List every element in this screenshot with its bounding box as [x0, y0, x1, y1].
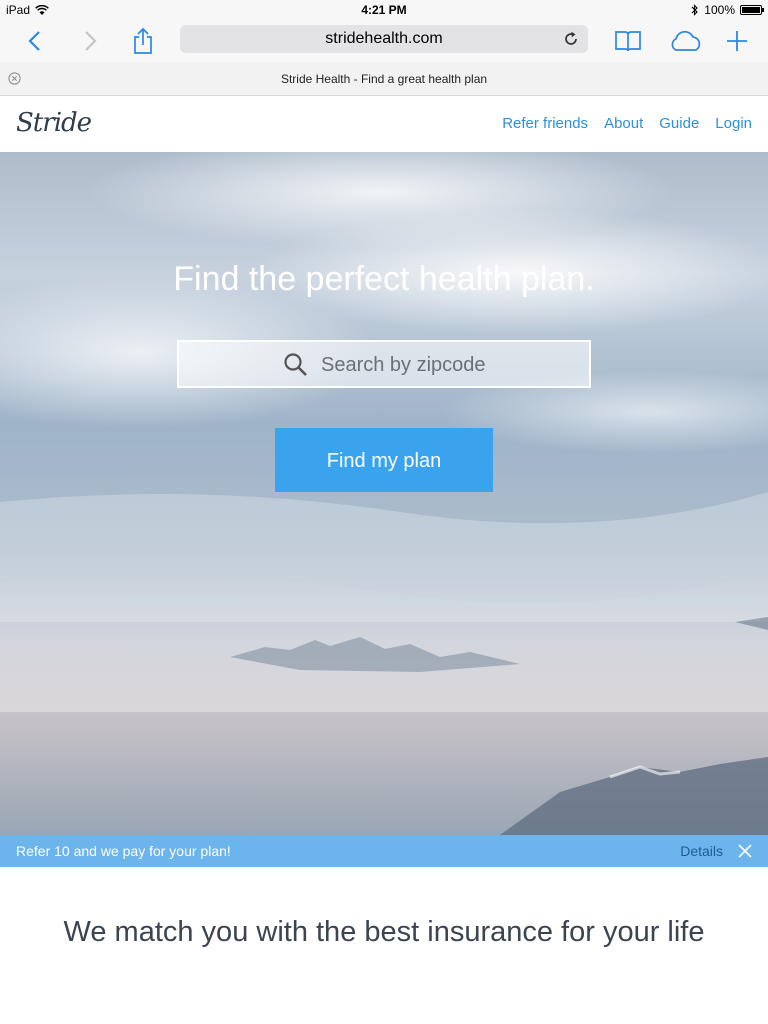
new-tab-button[interactable] — [720, 24, 754, 58]
section-heading: We match you with the best insurance for… — [63, 916, 705, 948]
cloud-tabs-button[interactable] — [666, 24, 706, 58]
forward-icon — [85, 31, 97, 51]
bluetooth-icon — [691, 4, 699, 16]
logo[interactable]: Stride — [16, 108, 92, 138]
zipcode-input[interactable] — [319, 350, 573, 380]
bookmarks-button[interactable] — [611, 24, 645, 58]
find-my-plan-button[interactable]: Find my plan — [275, 428, 493, 492]
nav-refer-friends[interactable]: Refer friends — [502, 115, 588, 132]
bookmarks-icon — [615, 31, 641, 52]
share-button[interactable] — [126, 24, 160, 58]
reload-icon[interactable] — [562, 30, 580, 48]
status-time: 4:21 PM — [361, 3, 407, 17]
new-tab-icon — [727, 31, 747, 51]
nav-guide[interactable]: Guide — [659, 115, 699, 132]
browser-toolbar: stridehealth.com — [0, 20, 768, 62]
search-icon — [284, 353, 307, 376]
address-bar[interactable]: stridehealth.com — [180, 25, 588, 53]
status-right: 100% — [691, 3, 764, 17]
refer-banner: Refer 10 and we pay for your plan! Detai… — [0, 835, 768, 867]
sky-background — [0, 492, 768, 835]
cloud-tabs-icon — [671, 30, 701, 51]
back-button[interactable] — [18, 24, 52, 58]
refer-message: Refer 10 and we pay for your plan! — [16, 843, 231, 859]
site-nav: Refer friends About Guide Login — [502, 115, 752, 132]
tab-strip: Stride Health - Find a great health plan — [0, 62, 768, 96]
nav-about[interactable]: About — [604, 115, 643, 132]
url-text: stridehealth.com — [325, 30, 443, 47]
status-bar: iPad 4:21 PM 100% — [0, 0, 768, 20]
close-icon[interactable] — [738, 844, 752, 858]
battery-icon — [740, 5, 764, 15]
hero-title: Find the perfect health plan. — [173, 260, 595, 298]
details-link[interactable]: Details — [680, 843, 723, 859]
share-icon — [134, 27, 152, 54]
zipcode-search[interactable] — [177, 340, 591, 388]
tab-title[interactable]: Stride Health - Find a great health plan — [0, 72, 768, 86]
battery-percent: 100% — [704, 3, 735, 17]
site-header: Stride Refer friends About Guide Login — [0, 96, 768, 152]
forward-button[interactable] — [73, 24, 107, 58]
nav-login[interactable]: Login — [715, 115, 752, 132]
back-icon — [28, 31, 40, 51]
hero-section: Find the perfect health plan. Find my pl… — [0, 152, 768, 835]
